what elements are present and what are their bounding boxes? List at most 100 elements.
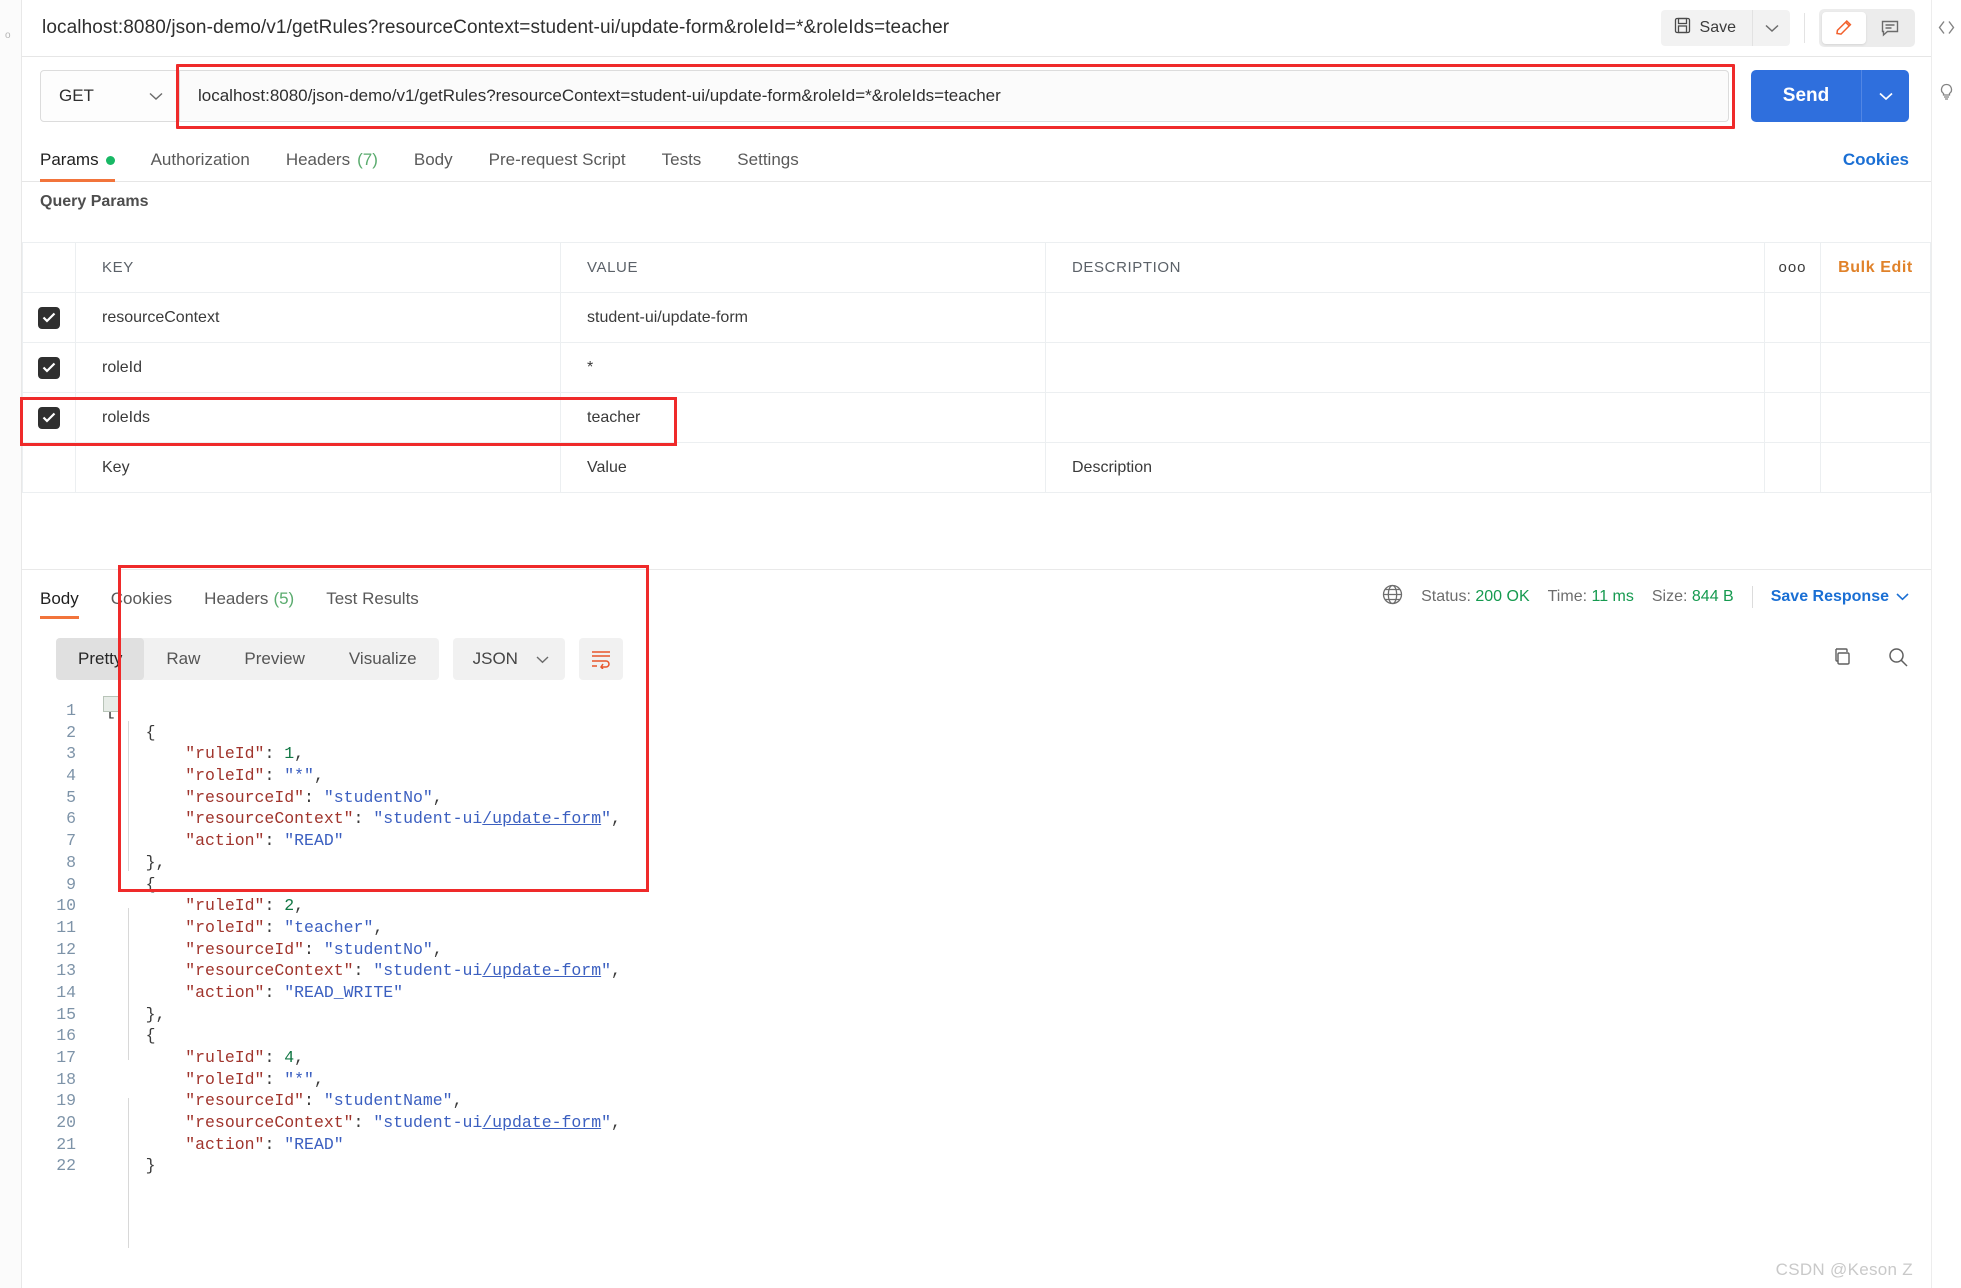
tab-settings[interactable]: Settings — [737, 150, 798, 181]
line-number: 22 — [56, 1156, 76, 1176]
format-raw-button[interactable]: Raw — [144, 638, 222, 680]
tab-params[interactable]: Params — [40, 150, 115, 182]
row-checkbox-roleid[interactable] — [38, 356, 60, 379]
row-value-roleids[interactable]: teacher — [560, 392, 1046, 443]
response-tab-body[interactable]: Body — [40, 589, 79, 619]
http-method-select[interactable]: GET — [40, 70, 180, 122]
line-number: 17 — [56, 1048, 76, 1067]
comment-button[interactable] — [1868, 12, 1912, 44]
tab-headers-count: (7) — [357, 150, 378, 169]
new-param-key-input[interactable]: Key — [75, 442, 561, 493]
code-line: "resourceId": "studentNo", — [185, 939, 443, 959]
new-param-value-input[interactable]: Value — [560, 442, 1046, 493]
http-method-value: GET — [59, 86, 94, 105]
row-key-roleid[interactable]: roleId — [75, 342, 561, 393]
url-input[interactable] — [180, 70, 1729, 122]
lightbulb-icon[interactable] — [1937, 82, 1956, 106]
response-tab-body-label: Body — [40, 589, 79, 608]
copy-icon[interactable] — [1831, 646, 1853, 673]
code-line: "action": "READ_WRITE" — [185, 982, 404, 1002]
row-checkbox-roleids[interactable] — [38, 406, 60, 429]
header-description: DESCRIPTION — [1045, 242, 1765, 293]
line-number: 12 — [56, 939, 76, 959]
save-response-button[interactable]: Save Response — [1771, 588, 1909, 606]
row-key-resourcecontext[interactable]: resourceContext — [75, 292, 561, 343]
code-line: { — [145, 874, 156, 894]
response-tab-cookies[interactable]: Cookies — [111, 589, 172, 619]
tab-body[interactable]: Body — [414, 150, 453, 181]
code-snippet-icon[interactable] — [1937, 18, 1956, 42]
save-button[interactable]: Save — [1660, 10, 1752, 46]
code-line: "roleId": "*", — [185, 1069, 324, 1089]
status-label: Status: — [1421, 588, 1471, 605]
line-number: 20 — [56, 1113, 76, 1133]
header-key: KEY — [75, 242, 561, 293]
code-lines: [ { "ruleId": 1, "roleId": "*", "resourc… — [90, 693, 1931, 1248]
line-number: 14 — [56, 982, 76, 1002]
response-tabs-bar: Body Cookies Headers (5) Test Results St… — [22, 569, 1931, 619]
table-options-button[interactable]: ooo — [1764, 242, 1821, 293]
response-tab-test-results[interactable]: Test Results — [326, 589, 419, 619]
format-pretty-button[interactable]: Pretty — [56, 638, 145, 680]
url-input-wrap — [176, 64, 1735, 129]
line-number: 18 — [56, 1069, 76, 1089]
response-tab-headers[interactable]: Headers (5) — [204, 589, 294, 619]
response-body-viewer[interactable]: 12345678910111213141516171819202122 [ { … — [22, 693, 1931, 1288]
row-description-roleid[interactable] — [1045, 342, 1765, 393]
format-preview-button[interactable]: Preview — [222, 638, 326, 680]
request-header: localhost:8080/json-demo/v1/getRules?res… — [22, 0, 1931, 57]
code-line: "action": "READ" — [185, 831, 344, 851]
row-checkbox-resourcecontext[interactable] — [38, 306, 60, 329]
line-number: 7 — [66, 831, 76, 851]
code-line: [ — [106, 700, 1931, 722]
line-number: 15 — [56, 1004, 76, 1024]
response-tab-test-results-label: Test Results — [326, 589, 419, 608]
tab-pre-request-script[interactable]: Pre-request Script — [489, 150, 626, 181]
line-number: 11 — [56, 917, 76, 937]
cookies-link[interactable]: Cookies — [1843, 150, 1909, 181]
bulk-edit-button[interactable]: Bulk Edit — [1820, 242, 1931, 293]
ellipsis-icon: ooo — [1778, 259, 1807, 276]
send-button[interactable]: Send — [1751, 70, 1861, 122]
send-options-button[interactable] — [1861, 70, 1909, 122]
tab-body-label: Body — [413, 150, 453, 169]
fold-toggle-icon[interactable] — [103, 696, 119, 712]
wrap-lines-button[interactable] — [578, 638, 623, 680]
code-line: "resourceContext": "student-ui/update-fo… — [185, 809, 621, 829]
code-line: "resourceContext": "student-ui/update-fo… — [185, 1113, 621, 1133]
table-header-row: KEY VALUE DESCRIPTION ooo Bulk Edit — [22, 242, 1931, 293]
response-format-bar: Pretty Raw Preview Visualize JSON — [22, 625, 1931, 693]
tab-headers[interactable]: Headers (7) — [286, 150, 378, 181]
params-modified-dot-icon — [105, 155, 115, 165]
row-value-roleid[interactable]: * — [560, 342, 1046, 393]
size-label: Size: — [1651, 588, 1688, 605]
save-group: Save — [1660, 10, 1790, 46]
code-line: { — [145, 722, 156, 742]
row-key-roleids[interactable]: roleIds — [75, 392, 561, 443]
row-description-resourcecontext[interactable] — [1045, 292, 1765, 343]
content-type-select[interactable]: JSON — [452, 638, 565, 680]
code-line: { — [145, 1026, 156, 1046]
tab-authorization[interactable]: Authorization — [151, 150, 250, 181]
save-options-button[interactable] — [1752, 10, 1790, 46]
status-readout: Status: 200 OK — [1421, 588, 1530, 606]
table-row: resourceContext student-ui/update-form — [22, 292, 1931, 343]
header-actions: Save — [1660, 9, 1915, 47]
left-rail: o — [0, 0, 22, 1288]
format-visualize-button[interactable]: Visualize — [327, 638, 439, 680]
indent-guide — [128, 908, 129, 1060]
row-description-roleids[interactable] — [1045, 392, 1765, 443]
save-response-label: Save Response — [1770, 588, 1889, 605]
row-value-resourcecontext[interactable]: student-ui/update-form — [560, 292, 1046, 343]
tab-tests-label: Tests — [661, 150, 702, 169]
table-row: roleIds teacher — [22, 392, 1931, 443]
search-icon[interactable] — [1887, 646, 1909, 673]
tab-headers-label: Headers — [285, 150, 351, 169]
code-inner: 12345678910111213141516171819202122 [ { … — [22, 693, 1931, 1248]
bulk-edit-label: Bulk Edit — [1838, 258, 1913, 276]
tab-tests[interactable]: Tests — [662, 150, 702, 181]
meta-divider — [1751, 586, 1753, 608]
edit-pencil-button[interactable] — [1822, 12, 1866, 44]
tab-params-label: Params — [40, 150, 99, 169]
new-param-description-input[interactable]: Description — [1045, 442, 1765, 493]
